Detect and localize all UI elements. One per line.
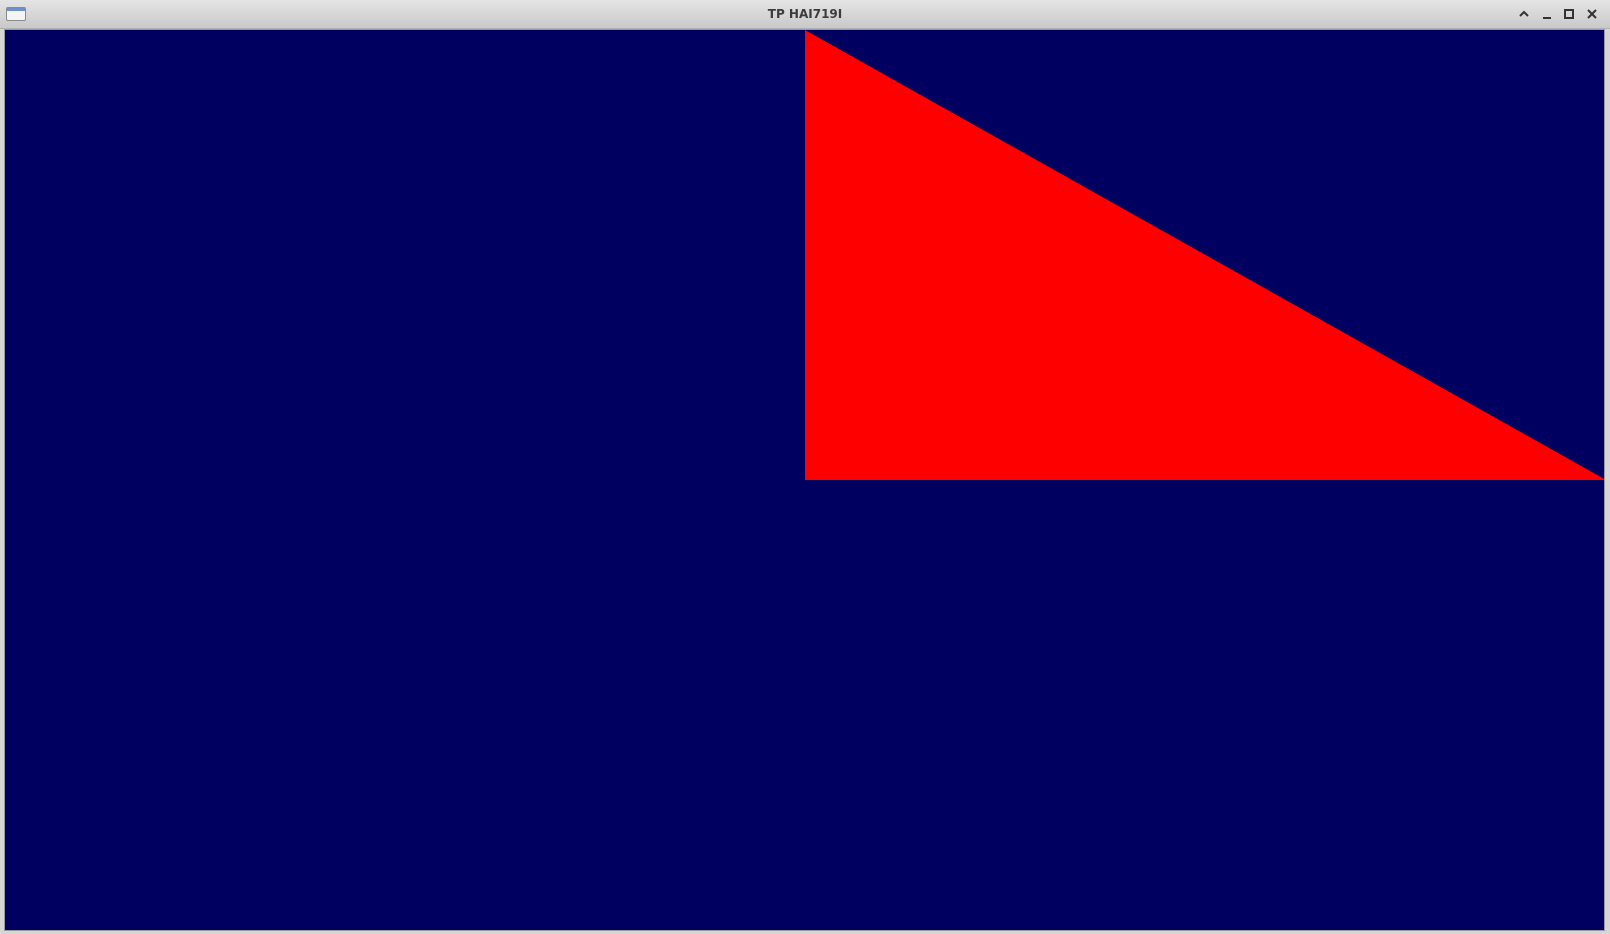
app-window: TP HAI719I — [0, 0, 1610, 934]
scene-svg — [5, 30, 1604, 930]
maximize-icon[interactable] — [1561, 6, 1577, 22]
title-bar[interactable]: TP HAI719I — [0, 0, 1610, 29]
close-icon[interactable] — [1584, 6, 1600, 22]
minimize-icon[interactable] — [1539, 6, 1555, 22]
window-title: TP HAI719I — [767, 7, 843, 21]
chevron-up-icon[interactable] — [1516, 6, 1532, 22]
opengl-canvas[interactable] — [4, 29, 1605, 931]
